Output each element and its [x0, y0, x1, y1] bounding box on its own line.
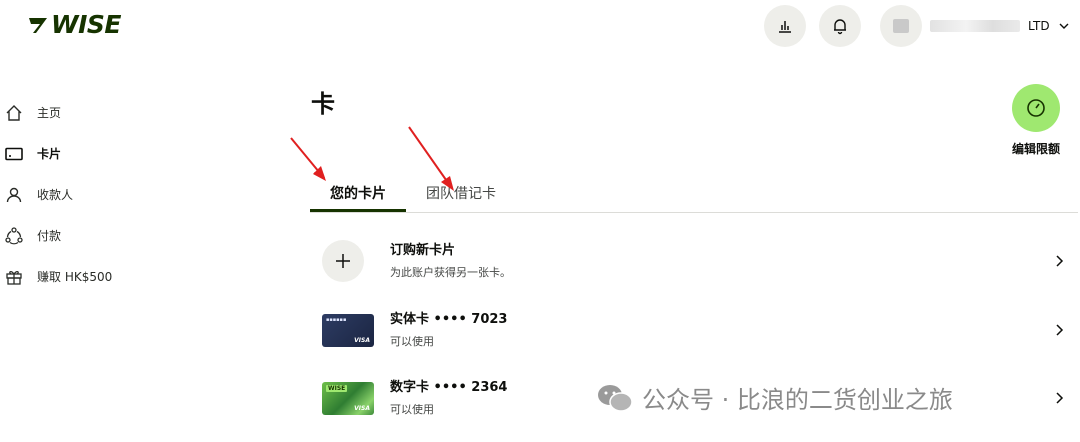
- gift-icon: [4, 267, 24, 287]
- sidebar: 主页 卡片 收款人 付款 赚取 HK$500: [0, 92, 200, 297]
- chevron-right-icon: [1056, 392, 1064, 404]
- account-name-redacted: [930, 20, 1020, 32]
- row-subtitle: 可以使用: [390, 335, 434, 348]
- sidebar-item-cards[interactable]: 卡片: [0, 133, 200, 174]
- sidebar-item-label: 付款: [37, 229, 62, 243]
- sidebar-item-earn[interactable]: 赚取 HK$500: [0, 256, 200, 297]
- avatar: [880, 5, 922, 47]
- bell-icon: [834, 19, 846, 35]
- visa-logo: VISA: [354, 336, 370, 344]
- edit-limits-label: 编辑限额: [1011, 142, 1060, 156]
- sidebar-item-home[interactable]: 主页: [0, 92, 200, 133]
- insights-button[interactable]: [764, 5, 806, 47]
- chevron-right-icon: [1056, 324, 1064, 336]
- watermark-text: 公众号 · 比浪的二货创业之旅: [642, 386, 953, 414]
- row-subtitle: 为此账户获得另一张卡。: [390, 266, 511, 279]
- chevron-down-icon: [1059, 23, 1069, 29]
- account-name-suffix: LTD: [1028, 19, 1050, 33]
- page-title: 卡: [311, 90, 335, 118]
- red-arrow-1: [290, 137, 326, 181]
- wise-flag-icon: [29, 17, 47, 33]
- wise-logo[interactable]: WISE: [27, 10, 121, 39]
- tab-your-cards[interactable]: 您的卡片: [310, 176, 406, 212]
- watermark: 公众号 · 比浪的二货创业之旅: [596, 380, 953, 415]
- physical-card-image: ▪▪▪▪▪▪ VISA: [322, 313, 374, 347]
- recipients-icon: [4, 185, 24, 205]
- sidebar-item-label: 主页: [37, 106, 62, 120]
- payments-icon: [4, 226, 24, 246]
- sidebar-item-label: 收款人: [37, 188, 74, 202]
- sidebar-item-label: 赚取 HK$500: [37, 270, 113, 284]
- notifications-button[interactable]: [819, 5, 861, 47]
- sidebar-item-label: 卡片: [37, 147, 62, 161]
- home-icon: [4, 103, 24, 123]
- bar-chart-icon: [779, 21, 791, 33]
- speedometer-icon: [1027, 99, 1045, 117]
- plus-icon: [322, 240, 364, 282]
- row-title: 实体卡 •••• 7023: [390, 312, 508, 327]
- digital-card-image: WISE VISA: [322, 381, 374, 415]
- account-menu[interactable]: LTD: [880, 5, 1070, 47]
- visa-logo: VISA: [354, 404, 370, 412]
- logo-text: WISE: [51, 10, 121, 39]
- row-title: 订购新卡片: [390, 243, 456, 258]
- sidebar-item-payments[interactable]: 付款: [0, 215, 200, 256]
- wechat-icon: [598, 384, 633, 412]
- physical-card-row[interactable]: ▪▪▪▪▪▪ VISA 实体卡 •••• 7023 可以使用: [322, 310, 1067, 350]
- sidebar-item-recipients[interactable]: 收款人: [0, 174, 200, 215]
- chevron-right-icon: [1056, 255, 1064, 267]
- tabs: 您的卡片 团队借记卡: [310, 176, 1078, 213]
- tab-team-debit-cards[interactable]: 团队借记卡: [418, 176, 504, 210]
- digital-card-logo: WISE: [326, 384, 348, 392]
- edit-limits-circle[interactable]: [1012, 84, 1060, 132]
- edit-limits-button[interactable]: 编辑限额: [1010, 84, 1062, 157]
- order-new-card-row[interactable]: 订购新卡片 为此账户获得另一张卡。: [322, 239, 1067, 283]
- card-icon: [4, 144, 24, 164]
